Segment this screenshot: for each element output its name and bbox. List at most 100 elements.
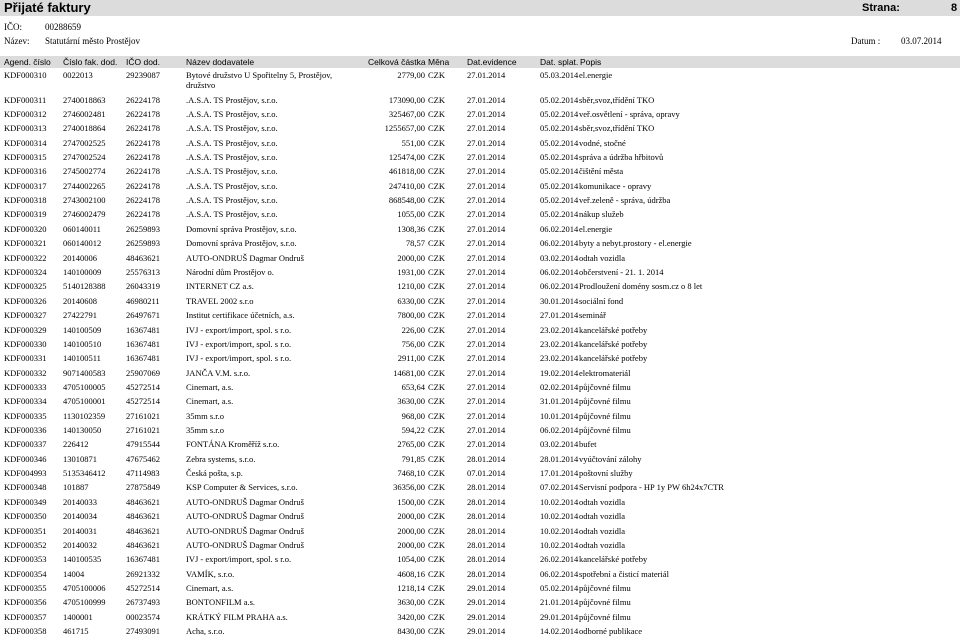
cell-castka: 78,57 xyxy=(405,238,425,248)
table-row: KDF000335 1130102359 27161021 35mm s.r.o 968… xyxy=(0,411,960,425)
cell-agend: KDF000332 xyxy=(4,368,47,378)
cell-nazev: .A.S.A. TS Prostějov, s.r.o. xyxy=(186,166,278,176)
cell-nazev: AUTO-ONDRUŠ Dagmar Ondruš xyxy=(186,540,304,550)
cell-ico: 26224178 xyxy=(126,95,160,105)
cell-dat-splat: 21.01.2014 xyxy=(540,597,579,607)
cell-popis: odtah vozidla xyxy=(579,253,626,263)
table-row: KDF000351 20140031 48463621 AUTO-ONDRUŠ Dag… xyxy=(0,526,960,540)
cell-ico: 26224178 xyxy=(126,166,160,176)
cell-dat-evidence: 27.01.2014 xyxy=(467,281,506,291)
cell-cislo-fak: 4705100999 xyxy=(63,597,106,607)
cell-ico: 00023574 xyxy=(126,612,160,622)
cell-cislo-fak: 20140608 xyxy=(63,296,97,306)
cell-cislo-fak: 20140033 xyxy=(63,497,97,507)
table-row: KDF000353 140100535 16367481 IVJ - export/i… xyxy=(0,554,960,568)
cell-ico: 26259893 xyxy=(126,238,160,248)
cell-dat-evidence: 27.01.2014 xyxy=(467,296,506,306)
cell-popis: kancelářské potřeby xyxy=(579,339,648,349)
table-row: KDF000355 4705100006 45272514 Cinemart, a.s… xyxy=(0,583,960,597)
cell-ico: 27493091 xyxy=(126,626,160,636)
cell-mena: CZK xyxy=(428,468,445,478)
cell-dat-splat: 03.02.2014 xyxy=(540,253,579,263)
cell-mena: CZK xyxy=(428,325,445,335)
cell-mena: CZK xyxy=(428,612,445,622)
cell-agend: KDF000312 xyxy=(4,109,47,119)
cell-mena: CZK xyxy=(428,439,445,449)
cell-ico: 26497671 xyxy=(126,310,160,320)
cell-dat-splat: 05.02.2014 xyxy=(540,166,579,176)
cell-dat-evidence: 27.01.2014 xyxy=(467,368,506,378)
col-header-ico: IČO dod. xyxy=(126,57,161,67)
cell-cislo-fak: 140100511 xyxy=(63,353,101,363)
cell-cislo-fak: 9071400583 xyxy=(63,368,106,378)
cell-dat-splat: 05.02.2014 xyxy=(540,195,579,205)
cell-mena: CZK xyxy=(428,597,445,607)
cell-cislo-fak: 5140128388 xyxy=(63,281,106,291)
cell-nazev: BONTONFILM a.s. xyxy=(186,597,256,607)
col-header-dat-splat: Dat. splat. xyxy=(540,57,579,67)
cell-agend: KDF000331 xyxy=(4,353,47,363)
cell-popis: el.energie xyxy=(579,70,613,80)
cell-agend: KDF000317 xyxy=(4,181,47,191)
cell-agend: KDF000326 xyxy=(4,296,47,306)
cell-dat-splat: 05.02.2014 xyxy=(540,181,579,191)
cell-mena: CZK xyxy=(428,166,445,176)
cell-mena: CZK xyxy=(428,181,445,191)
cell-dat-splat: 10.02.2014 xyxy=(540,526,579,536)
cell-mena: CZK xyxy=(428,224,445,234)
cell-popis: správa a údržba hřbitovů xyxy=(579,152,664,162)
cell-dat-evidence: 27.01.2014 xyxy=(467,253,506,263)
cell-dat-splat: 06.02.2014 xyxy=(540,425,579,435)
cell-castka: 2000,00 xyxy=(397,511,425,521)
cell-castka: 3630,00 xyxy=(397,597,425,607)
cell-castka: 868548,00 xyxy=(388,195,425,205)
table-row: KDF000316 2745002774 26224178 .A.S.A. TS Pr… xyxy=(0,166,960,180)
table-row: KDF000311 2740018863 26224178 .A.S.A. TS Pr… xyxy=(0,95,960,109)
cell-dat-splat: 10.02.2014 xyxy=(540,540,579,550)
cell-popis: kancelářské potřeby xyxy=(579,554,648,564)
cell-agend: KDF000315 xyxy=(4,152,47,162)
cell-popis: byty a nebyt.prostory - el.energie xyxy=(579,238,692,248)
cell-dat-evidence: 27.01.2014 xyxy=(467,396,506,406)
cell-castka: 968,00 xyxy=(401,411,425,421)
table-row: KDF000330 140100510 16367481 IVJ - export/i… xyxy=(0,339,960,353)
cell-castka: 1500,00 xyxy=(397,497,425,507)
cell-ico: 26224178 xyxy=(126,152,160,162)
cell-dat-splat: 05.02.2014 xyxy=(540,138,579,148)
cell-dat-splat: 17.01.2014 xyxy=(540,468,579,478)
cell-dat-splat: 29.01.2014 xyxy=(540,612,579,622)
cell-castka: 1308,36 xyxy=(397,224,425,234)
cell-castka: 1055,00 xyxy=(397,209,425,219)
cell-agend: KDF000314 xyxy=(4,138,47,148)
table-row: KDF000324 140100009 25576313 Národní dům Pr… xyxy=(0,267,960,281)
cell-ico: 48463621 xyxy=(126,526,160,536)
cell-ico: 25907069 xyxy=(126,368,160,378)
cell-agend: KDF000310 xyxy=(4,70,47,80)
table-row: KDF000313 2740018864 26224178 .A.S.A. TS Pr… xyxy=(0,123,960,137)
cell-agend: KDF000311 xyxy=(4,95,47,105)
cell-popis: půjčovné filmu xyxy=(579,425,631,435)
cell-agend: KDF000321 xyxy=(4,238,47,248)
cell-ico: 47114983 xyxy=(126,468,160,478)
cell-popis: sběr,svoz,třídění TKO xyxy=(579,123,655,133)
cell-dat-evidence: 27.01.2014 xyxy=(467,267,506,277)
cell-dat-splat: 05.02.2014 xyxy=(540,583,579,593)
cell-dat-splat: 03.02.2014 xyxy=(540,439,579,449)
cell-dat-evidence: 28.01.2014 xyxy=(467,454,506,464)
ico-label: IČO: xyxy=(4,22,22,32)
cell-dat-splat: 06.02.2014 xyxy=(540,281,579,291)
cell-nazev: IVJ - export/import, spol. s r.o. xyxy=(186,325,292,335)
cell-nazev: .A.S.A. TS Prostějov, s.r.o. xyxy=(186,209,278,219)
cell-castka: 756,00 xyxy=(401,339,425,349)
table-row: KDF000327 27422791 26497671 Institut certif… xyxy=(0,310,960,324)
cell-dat-splat: 19.02.2014 xyxy=(540,368,579,378)
cell-popis: poštovní služby xyxy=(579,468,633,478)
cell-nazev: .A.S.A. TS Prostějov, s.r.o. xyxy=(186,109,278,119)
cell-mena: CZK xyxy=(428,382,445,392)
cell-nazev: Národní dům Prostějov o. xyxy=(186,267,274,277)
cell-dat-evidence: 27.01.2014 xyxy=(467,95,506,105)
cell-agend: KDF000356 xyxy=(4,597,47,607)
cell-agend: KDF000335 xyxy=(4,411,47,421)
cell-mena: CZK xyxy=(428,296,445,306)
cell-dat-splat: 05.02.2014 xyxy=(540,95,579,105)
